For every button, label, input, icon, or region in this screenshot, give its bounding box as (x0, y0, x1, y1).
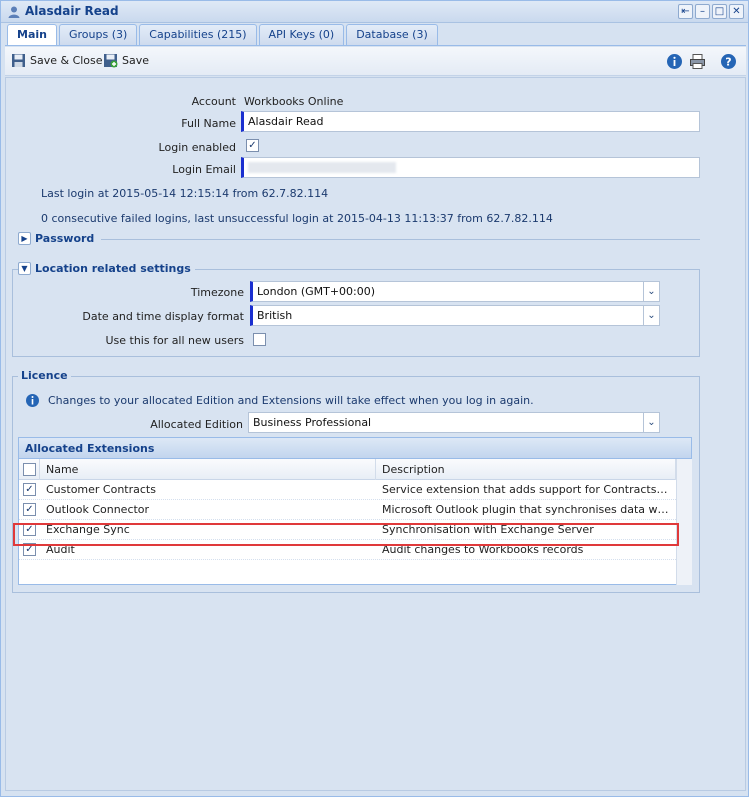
highlight-box (13, 523, 679, 546)
save-button[interactable]: Save (103, 53, 149, 68)
info-icon[interactable] (666, 53, 683, 70)
tab-capabilities[interactable]: Capabilities (215) (139, 24, 257, 45)
password-divider (101, 239, 700, 240)
login-enabled-checkbox[interactable]: ✓ (246, 139, 259, 152)
info-icon (26, 394, 39, 407)
licence-notice: Changes to your allocated Edition and Ex… (48, 394, 534, 407)
restore-icon[interactable]: ⇤ (678, 4, 693, 19)
use-for-new-checkbox[interactable] (253, 333, 266, 346)
full-name-field[interactable]: Alasdair Read (241, 111, 700, 132)
use-for-new-label: Use this for all new users (105, 334, 244, 347)
user-icon (8, 6, 20, 18)
date-format-label: Date and time display format (82, 310, 244, 323)
select-all-cell (19, 459, 40, 480)
edition-label: Allocated Edition (150, 418, 243, 431)
print-icon[interactable] (689, 53, 706, 70)
tab-groups[interactable]: Groups (3) (58, 24, 138, 45)
collapse-icon[interactable]: ▼ (18, 262, 31, 275)
login-email-label: Login Email (172, 163, 236, 176)
row-checkbox[interactable]: ✓ (23, 503, 36, 516)
save-close-label: Save & Close (30, 54, 103, 67)
full-name-label: Full Name (181, 117, 236, 130)
timezone-value: London (GMT+00:00) (257, 285, 376, 298)
help-icon[interactable]: ? (720, 53, 737, 70)
edition-select[interactable]: Business Professional ⌄ (248, 412, 660, 433)
login-email-field[interactable] (241, 157, 700, 178)
tab-divider (5, 45, 746, 46)
expand-icon[interactable]: ▶ (18, 232, 31, 245)
maximize-icon[interactable]: □ (712, 4, 727, 19)
chevron-down-icon[interactable]: ⌄ (643, 413, 659, 432)
tab-database[interactable]: Database (3) (346, 24, 438, 45)
edition-value: Business Professional (253, 416, 372, 429)
full-name-value: Alasdair Read (248, 115, 324, 128)
save-label: Save (122, 54, 150, 67)
chevron-down-icon[interactable]: ⌄ (643, 282, 659, 301)
account-label: Account (191, 95, 236, 108)
licence-title: Licence (18, 369, 71, 382)
tab-main[interactable]: Main (7, 24, 57, 46)
column-description[interactable]: Description (376, 459, 676, 480)
window-title: Alasdair Read (25, 4, 119, 18)
select-all-checkbox[interactable] (23, 463, 36, 476)
timezone-label: Timezone (190, 286, 244, 299)
window-titlebar[interactable]: Alasdair Read ⇤ – □ ✕ (1, 1, 748, 23)
last-login-text: Last login at 2015-05-14 12:15:14 from 6… (41, 187, 329, 200)
extensions-title: Allocated Extensions (18, 437, 692, 459)
timezone-select[interactable]: London (GMT+00:00) ⌄ (250, 281, 660, 302)
table-row[interactable]: ✓ Outlook Connector Microsoft Outlook pl… (19, 500, 676, 520)
location-section-header[interactable]: ▼ Location related settings (18, 262, 195, 275)
column-name[interactable]: Name (40, 459, 376, 480)
failed-logins-text: 0 consecutive failed logins, last unsucc… (41, 212, 553, 225)
redacted-email-blur (248, 162, 396, 173)
save-close-button[interactable]: Save & Close (11, 53, 103, 68)
close-icon[interactable]: ✕ (729, 4, 744, 19)
main-form: Account Workbooks Online Full Name Alasd… (5, 77, 746, 791)
login-enabled-label: Login enabled (158, 141, 236, 154)
save-icon (104, 54, 118, 68)
svg-text:?: ? (725, 56, 731, 69)
password-section-header[interactable]: ▶ Password (18, 232, 94, 245)
minimize-icon[interactable]: – (695, 4, 710, 19)
row-description: Microsoft Outlook plugin that synchronis… (382, 503, 676, 516)
tab-api-keys[interactable]: API Keys (0) (258, 24, 345, 45)
save-close-icon (12, 54, 25, 67)
account-value: Workbooks Online (244, 95, 344, 108)
row-description: Service extension that adds support for … (382, 483, 676, 496)
row-name: Outlook Connector (46, 503, 150, 516)
chevron-down-icon[interactable]: ⌄ (643, 306, 659, 325)
grid-scrollbar[interactable] (676, 459, 692, 585)
row-name: Customer Contracts (46, 483, 156, 496)
table-row[interactable]: ✓ Customer Contracts Service extension t… (19, 480, 676, 500)
date-format-value: British (257, 309, 293, 322)
extensions-grid: Name Description ✓ Customer Contracts Se… (18, 459, 692, 585)
location-section-title: Location related settings (35, 262, 191, 275)
user-window: Alasdair Read ⇤ – □ ✕ Main Groups (3) Ca… (0, 0, 749, 797)
grid-header: Name Description (19, 459, 676, 480)
toolbar: Save & Close Save ? (5, 47, 746, 76)
tab-strip: Main Groups (3) Capabilities (215) API K… (7, 24, 438, 46)
date-format-select[interactable]: British ⌄ (250, 305, 660, 326)
password-section-title: Password (35, 232, 95, 245)
row-checkbox[interactable]: ✓ (23, 483, 36, 496)
